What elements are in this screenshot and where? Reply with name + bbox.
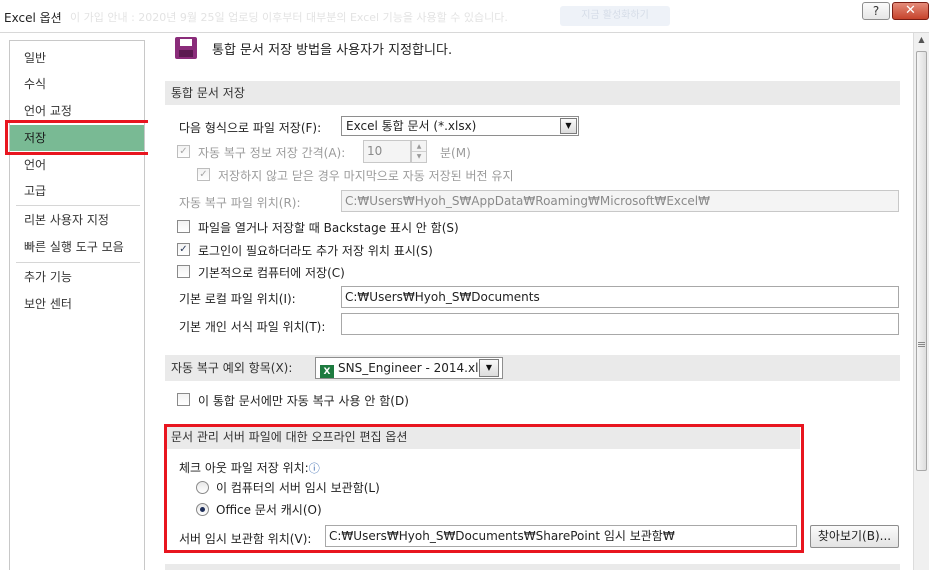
sidebar-item-add-ins[interactable]: 추가 기능	[10, 264, 144, 290]
save-format-value: Excel 통합 문서 (*.xlsx)	[346, 119, 477, 133]
personal-templates-location-label: 기본 개인 서식 파일 위치(T):	[179, 320, 326, 334]
keep-last-version-checkbox[interactable]: ✓	[197, 168, 210, 181]
vertical-scrollbar[interactable]: ▲	[913, 33, 929, 570]
dropdown-arrow-icon[interactable]: ▼	[560, 118, 577, 134]
dropdown-arrow-icon[interactable]: ▼	[479, 359, 499, 377]
no-backstage-label: 파일을 열거나 저장할 때 Backstage 표시 안 함(S)	[198, 221, 459, 235]
sidebar-item-general[interactable]: 일반	[10, 45, 144, 71]
autorecover-checkbox[interactable]: ✓	[177, 145, 190, 158]
highlight-box-save	[5, 120, 151, 155]
sidebar-item-customize-ribbon[interactable]: 리본 사용자 지정	[10, 207, 144, 233]
save-format-label: 다음 형식으로 파일 저장(F):	[179, 121, 322, 135]
sidebar-item-formulas[interactable]: 수식	[10, 71, 144, 97]
personal-templates-location-input[interactable]	[341, 313, 899, 335]
sidebar-item-trust-center[interactable]: 보안 센터	[10, 291, 144, 317]
background-banner-button: 지금 활성화하기	[560, 6, 670, 26]
autorecover-location-input[interactable]: C:₩Users₩Hyoh_S₩AppData₩Roaming₩Microsof…	[341, 190, 899, 212]
minutes-unit-label: 분(M)	[440, 146, 471, 160]
autorecover-workbook-value: SNS_Engineer - 2014.xl...	[338, 361, 490, 375]
scroll-up-icon[interactable]: ▲	[915, 35, 928, 49]
save-format-dropdown[interactable]: Excel 통합 문서 (*.xlsx) ▼	[341, 116, 579, 136]
disable-autorecover-label: 이 통합 문서에만 자동 복구 사용 안 함(D)	[198, 394, 409, 408]
local-file-location-label: 기본 로컬 파일 위치(I):	[179, 292, 296, 306]
sidebar-item-advanced[interactable]: 고급	[10, 178, 144, 204]
window-title: Excel 옵션	[4, 11, 62, 25]
background-banner-text: 이 가입 안내 : 2020년 9월 25일 업로딩 이후부터 대부분의 Exc…	[70, 11, 508, 24]
section-header-next	[165, 564, 900, 570]
show-additional-places-label: 로그인이 필요하더라도 추가 저장 위치 표시(S)	[198, 244, 433, 258]
spin-down-icon[interactable]: ▼	[412, 152, 426, 162]
sidebar-item-quick-access-toolbar[interactable]: 빠른 실행 도구 모음	[10, 234, 144, 260]
close-button[interactable]: ✕	[892, 2, 929, 20]
autorecover-workbook-dropdown[interactable]: X SNS_Engineer - 2014.xl... ▼	[315, 357, 503, 379]
save-to-computer-label: 기본적으로 컴퓨터에 저장(C)	[198, 266, 345, 280]
disable-autorecover-checkbox[interactable]	[177, 393, 190, 406]
no-backstage-checkbox[interactable]	[177, 220, 190, 233]
panel-header-text: 통합 문서 저장 방법을 사용자가 지정합니다.	[212, 43, 453, 58]
autorecover-minutes-input[interactable]: 10	[363, 140, 411, 163]
minutes-spinner[interactable]: ▲ ▼	[411, 140, 427, 163]
scrollbar-grip	[918, 342, 925, 343]
excel-workbook-icon: X	[320, 365, 334, 378]
autorecover-location-label: 자동 복구 파일 위치(R):	[179, 196, 301, 210]
highlight-box-offline-options	[164, 424, 804, 553]
sidebar-item-language[interactable]: 언어	[10, 152, 144, 178]
spin-up-icon[interactable]: ▲	[412, 141, 426, 152]
help-button[interactable]: ?	[862, 2, 890, 20]
local-file-location-input[interactable]: C:₩Users₩Hyoh_S₩Documents	[341, 286, 899, 308]
autorecover-exceptions-label: 자동 복구 예외 항목(X):	[171, 361, 293, 375]
keep-last-version-label: 저장하지 않고 닫은 경우 마지막으로 자동 저장된 버전 유지	[218, 169, 514, 183]
title-bar: Excel 옵션 이 가입 안내 : 2020년 9월 25일 업로딩 이후부터…	[0, 0, 929, 33]
scrollbar-thumb[interactable]	[916, 51, 927, 471]
section-header-save-workbooks: 통합 문서 저장	[165, 81, 900, 105]
floppy-disk-icon	[175, 37, 197, 59]
sidebar-divider	[16, 262, 140, 263]
sidebar-divider	[16, 205, 140, 206]
show-additional-places-checkbox[interactable]: ✓	[177, 243, 190, 256]
browse-button[interactable]: 찾아보기(B)...	[810, 525, 899, 548]
section-header-autorecover-exceptions: 자동 복구 예외 항목(X):	[165, 355, 900, 381]
save-to-computer-checkbox[interactable]	[177, 265, 190, 278]
autorecover-label: 자동 복구 정보 저장 간격(A):	[198, 146, 346, 160]
